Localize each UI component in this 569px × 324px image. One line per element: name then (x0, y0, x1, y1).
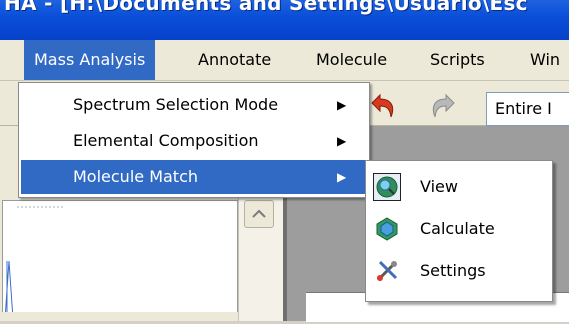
submenu-item-settings[interactable]: Settings (368, 251, 550, 291)
view-molecule-icon (373, 173, 401, 201)
title-bar: HA - [H:\Documents and Settings\Usuario\… (0, 0, 569, 40)
menu-molecule[interactable]: Molecule (316, 40, 387, 80)
menu-item-spectrum-selection-mode[interactable]: Spectrum Selection Mode ▶ (21, 88, 366, 122)
chevron-up-icon (252, 209, 266, 218)
submenu-arrow-icon: ▶ (337, 98, 347, 112)
menu-item-molecule-match[interactable]: Molecule Match ▶ (21, 160, 366, 194)
menu-mass-analysis[interactable]: Mass Analysis (24, 40, 156, 80)
mass-analysis-dropdown: Spectrum Selection Mode ▶ Elemental Comp… (18, 82, 370, 198)
submenu-item-view[interactable]: View (368, 167, 550, 207)
submenu-item-calculate[interactable]: Calculate (368, 209, 550, 249)
menu-annotate[interactable]: Annotate (198, 40, 271, 80)
spectrum-trace (4, 260, 14, 320)
redo-arrow-icon[interactable] (428, 89, 456, 118)
submenu-arrow-icon: ▶ (337, 134, 347, 148)
settings-tools-icon (374, 258, 400, 284)
scroll-up-button[interactable] (244, 200, 274, 228)
menu-bar: Mass Analysis Annotate Molecule Scripts … (0, 40, 569, 81)
menu-window[interactable]: Win (530, 40, 560, 80)
status-strip (0, 312, 238, 321)
submenu-arrow-icon: ▶ (337, 170, 347, 184)
spectrum-thumbnail (2, 200, 238, 321)
range-combo[interactable]: Entire I (486, 92, 569, 126)
window-title: HA - [H:\Documents and Settings\Usuario\… (4, 0, 528, 15)
undo-arrow-icon[interactable] (370, 89, 398, 118)
menu-item-elemental-composition[interactable]: Elemental Composition ▶ (21, 124, 366, 158)
menu-scripts[interactable]: Scripts (430, 40, 485, 80)
molecule-match-submenu: View Calculate Settings (365, 160, 553, 302)
calculate-molecule-icon (374, 216, 400, 242)
